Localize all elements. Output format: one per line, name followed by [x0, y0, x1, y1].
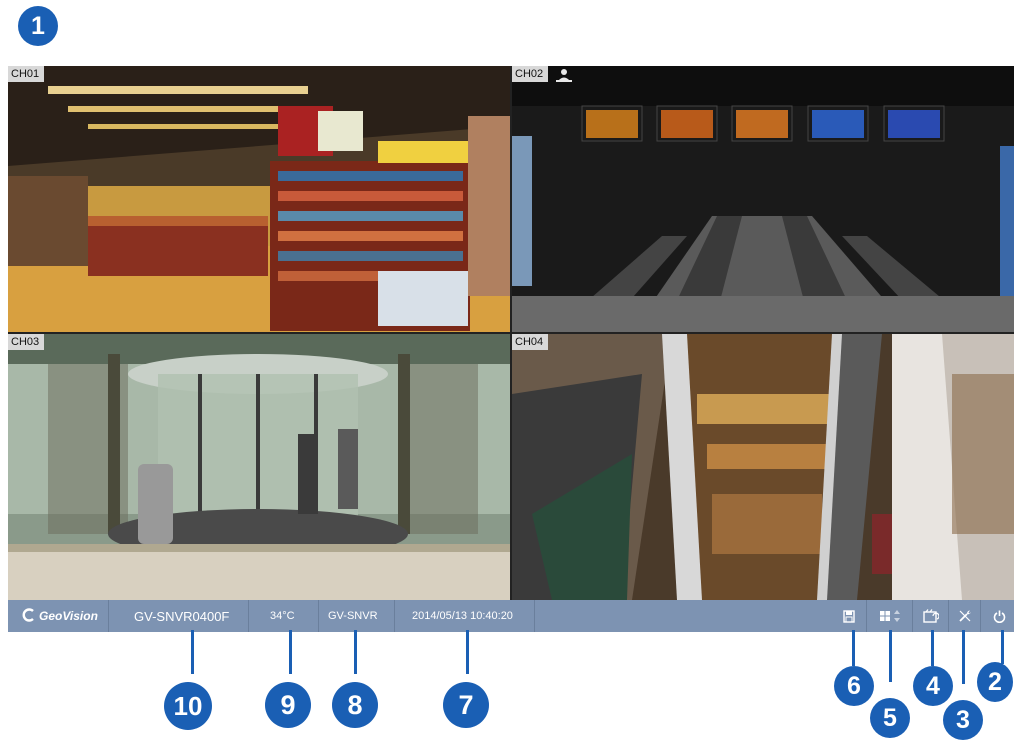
divider: [980, 600, 981, 632]
playback-icon[interactable]: [922, 607, 940, 625]
settings-icon[interactable]: [956, 607, 974, 625]
callout-pointer: [889, 630, 892, 682]
divider: [248, 600, 249, 632]
callout-4: 4: [913, 666, 953, 706]
logo-text: GeoVision: [39, 609, 98, 623]
status-bar: GeoVision GV-SNVR0400F 34°C GV-SNVR 2014…: [8, 600, 1014, 632]
channel-label: CH03: [8, 334, 45, 350]
callout-pointer: [852, 630, 855, 666]
channel-label: CH04: [512, 334, 549, 350]
geovision-logo-icon: [22, 607, 36, 625]
callout-7: 7: [443, 682, 489, 728]
channel-label: CH01: [8, 66, 45, 82]
divider: [912, 600, 913, 632]
divider: [866, 600, 867, 632]
callout-9: 9: [265, 682, 311, 728]
callout-10: 10: [164, 682, 212, 730]
callout-pointer: [191, 630, 194, 674]
callout-6: 6: [834, 666, 874, 706]
save-icon[interactable]: [840, 607, 858, 625]
camera-image-store: [8, 66, 510, 332]
channel-label: CH02: [512, 66, 549, 82]
divider: [318, 600, 319, 632]
device-model: GV-SNVR0400F: [134, 608, 230, 624]
divider: [394, 600, 395, 632]
callout-pointer: [466, 630, 469, 674]
callout-2: 2: [977, 662, 1013, 702]
camera-image-station: [512, 66, 1014, 332]
callout-8: 8: [332, 682, 378, 728]
camera-image-entrance: [8, 334, 510, 600]
camera-image-mall: [512, 334, 1014, 600]
host-name: GV-SNVR: [328, 610, 378, 622]
logo: GeoVision: [22, 600, 98, 632]
camera-view-ch04[interactable]: CH04: [512, 334, 1014, 600]
divider: [108, 600, 109, 632]
callout-3: 3: [943, 700, 983, 740]
layout-grid-icon[interactable]: [877, 607, 905, 625]
date-time: 2014/05/13 10:40:20: [412, 610, 513, 622]
camera-grid: CH01 CH02 CH03 CH04: [8, 66, 1014, 600]
camera-view-ch03[interactable]: CH03: [8, 334, 510, 600]
callout-pointer: [354, 630, 357, 674]
camera-view-ch02[interactable]: CH02: [512, 66, 1014, 332]
power-icon[interactable]: [990, 607, 1008, 625]
callout-pointer: [289, 630, 292, 674]
callout-pointer: [1001, 630, 1004, 664]
callout-5: 5: [870, 698, 910, 738]
divider: [948, 600, 949, 632]
camera-view-ch01[interactable]: CH01: [8, 66, 510, 332]
callout-1: 1: [18, 6, 58, 46]
divider: [534, 600, 535, 632]
callout-pointer: [962, 630, 965, 684]
callout-pointer: [931, 630, 934, 666]
temperature: 34°C: [270, 610, 295, 622]
